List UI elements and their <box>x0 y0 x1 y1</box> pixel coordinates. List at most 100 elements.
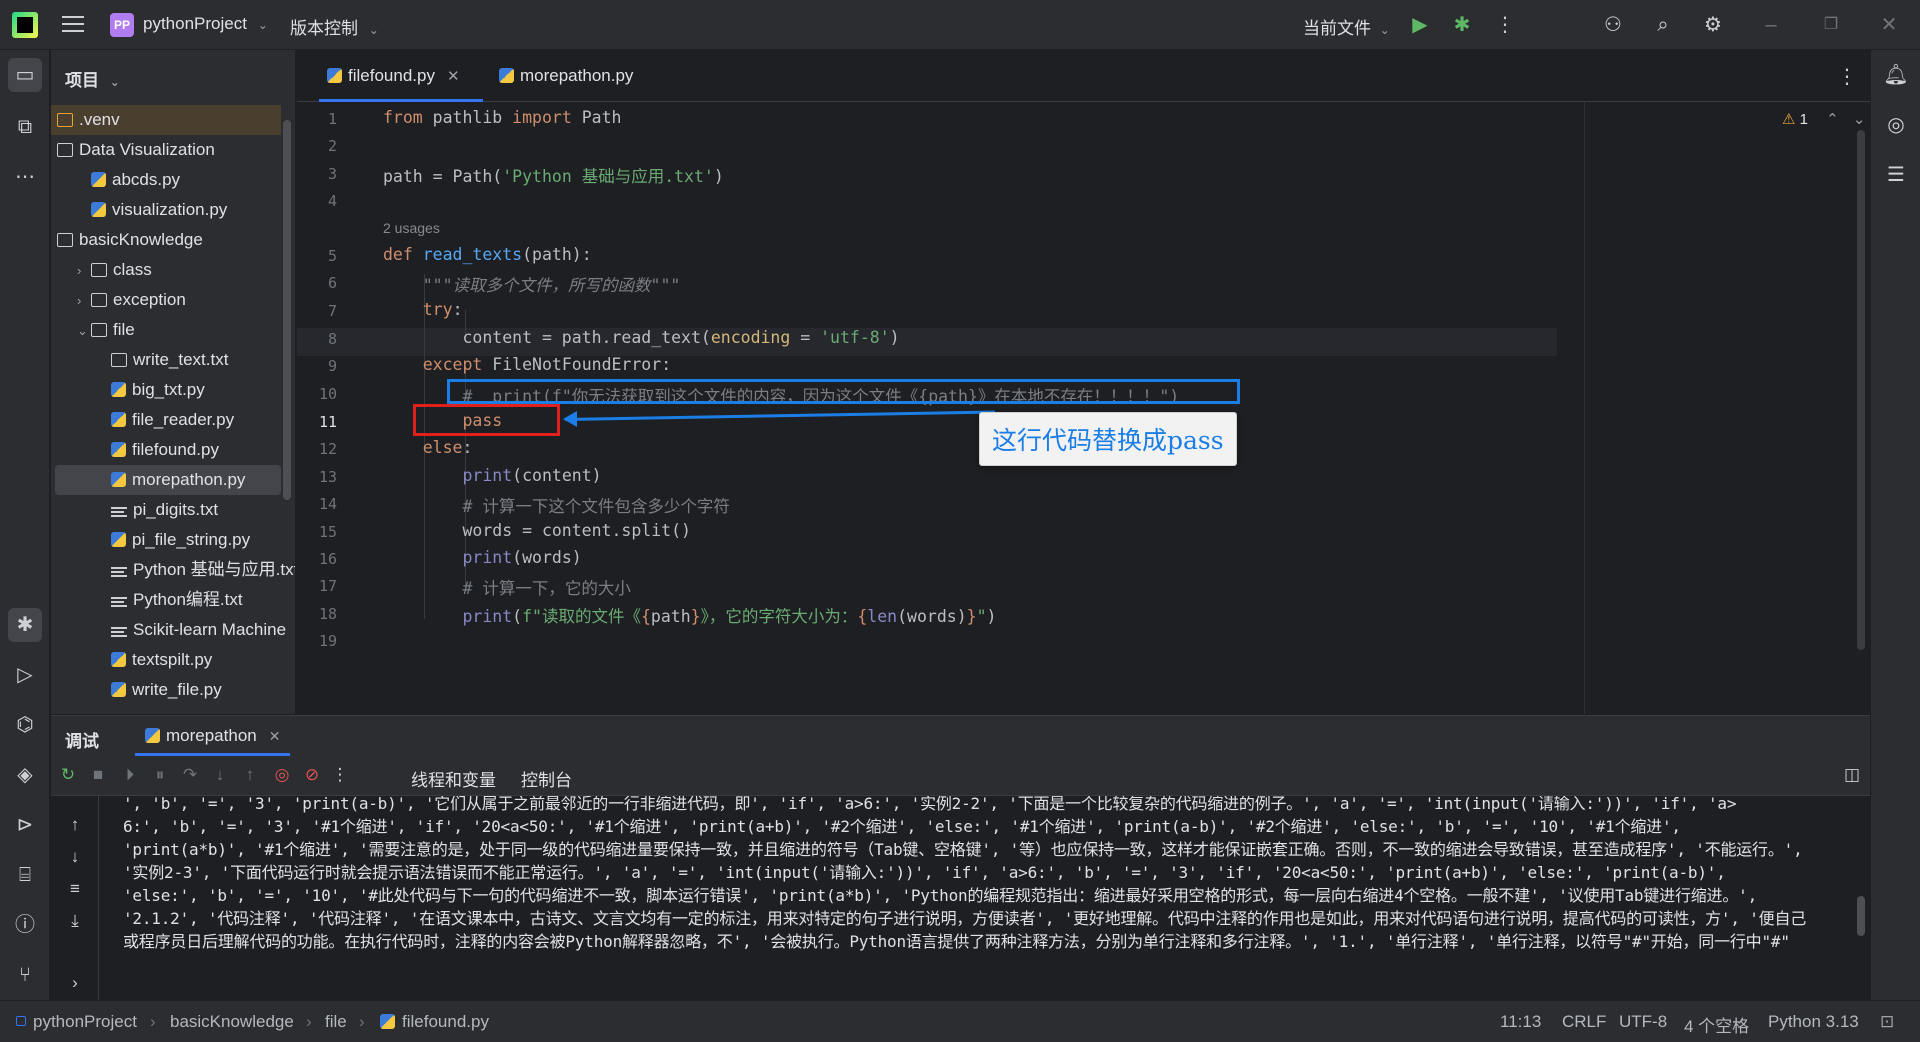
tree-item[interactable]: morepathon.py <box>55 465 281 495</box>
chevron-right-icon[interactable]: › <box>77 286 91 316</box>
tree-item[interactable]: filefound.py <box>51 435 281 465</box>
structure-tool-icon[interactable]: ⧉ <box>8 110 42 144</box>
line-number[interactable]: 17 <box>297 577 337 595</box>
caret-position[interactable]: 11:13 <box>1500 1012 1541 1032</box>
tree-item[interactable]: pi_digits.txt <box>51 495 281 525</box>
tree-item[interactable]: pi_file_string.py <box>51 525 281 555</box>
project-switcher[interactable]: pythonProject ⌄ <box>143 14 268 34</box>
console-tab[interactable]: 控制台 <box>521 766 572 791</box>
tree-item[interactable]: › class <box>51 255 281 285</box>
tree-item[interactable]: write_text.txt <box>51 345 281 375</box>
line-number[interactable]: 10 <box>297 385 337 403</box>
line-number[interactable]: 14 <box>297 495 337 513</box>
console-scrollbar[interactable] <box>1857 896 1865 936</box>
line-number[interactable]: 1 <box>297 110 337 128</box>
run-config-selector[interactable]: 当前文件 ⌄ <box>1303 14 1390 39</box>
threads-variables-tab[interactable]: 线程和变量 <box>411 766 496 791</box>
run-icon[interactable]: ▶ <box>1407 12 1433 38</box>
line-number[interactable]: 13 <box>297 468 337 486</box>
tree-item[interactable]: Data Visualization <box>51 135 281 165</box>
line-number[interactable]: 9 <box>297 357 337 375</box>
python-packages-icon[interactable]: ◈ <box>8 758 42 792</box>
breadcrumb-1[interactable]: basicKnowledge <box>170 1012 294 1032</box>
debug-tab-title[interactable]: 调试 <box>65 727 99 752</box>
vcs-menu[interactable]: 版本控制 ⌄ <box>290 14 379 39</box>
line-number[interactable]: 6 <box>297 274 337 292</box>
services-icon[interactable]: ⊳ <box>8 808 42 842</box>
step-out-icon[interactable]: ↑ <box>239 764 261 786</box>
line-number[interactable]: 8 <box>297 330 337 348</box>
search-icon[interactable]: ⌕ <box>1650 12 1676 38</box>
run-tool-icon[interactable]: ▷ <box>8 658 42 692</box>
interpreter[interactable]: Python 3.13 <box>1768 1012 1859 1032</box>
step-into-icon[interactable]: ↓ <box>209 764 231 786</box>
line-separator[interactable]: CRLF <box>1562 1012 1606 1032</box>
inspection-widget[interactable]: ⚠ 1 ⌃ ⌄ <box>1782 110 1865 128</box>
database-icon[interactable]: ☰ <box>1879 158 1913 192</box>
debug-icon[interactable]: ✱ <box>1449 12 1475 38</box>
tree-item[interactable]: › exception <box>51 285 281 315</box>
minimize-icon[interactable]: – <box>1758 12 1784 38</box>
line-number[interactable]: 19 <box>297 632 337 650</box>
problems-icon[interactable]: ⓘ <box>8 908 42 942</box>
file-encoding[interactable]: UTF-8 <box>1619 1012 1667 1032</box>
more-tools-icon[interactable]: ⋯ <box>8 160 42 194</box>
lock-icon[interactable]: ⊡ <box>1880 1012 1894 1032</box>
project-tool-icon[interactable]: ▭ <box>8 58 42 92</box>
stop-icon[interactable]: ■ <box>87 764 109 786</box>
line-number[interactable]: 16 <box>297 550 337 568</box>
line-number[interactable]: 2 <box>297 137 337 155</box>
step-over-icon[interactable]: ↷ <box>179 764 201 786</box>
line-number[interactable]: 18 <box>297 605 337 623</box>
debug-session-tab[interactable]: morepathon ✕ <box>135 716 291 756</box>
tree-item[interactable]: abcds.py <box>51 165 281 195</box>
git-icon[interactable]: ⑂ <box>8 958 42 992</box>
terminal-icon[interactable]: ⌸ <box>8 858 42 892</box>
breadcrumb-3[interactable]: filefound.py <box>402 1012 489 1032</box>
add-user-icon[interactable]: ⚇ <box>1600 12 1626 38</box>
chevron-down-icon[interactable]: ⌄ <box>1853 111 1866 128</box>
tree-item[interactable]: ⌄ file <box>51 315 281 345</box>
python-console-icon[interactable]: ⌬ <box>8 708 42 742</box>
tree-item[interactable]: write_file.py <box>51 675 281 705</box>
mute-breakpoints-icon[interactable]: ⊘ <box>301 764 323 786</box>
debug-tool-icon[interactable]: ✱ <box>8 608 42 642</box>
usages-hint[interactable]: 2 usages <box>383 220 440 236</box>
tree-item[interactable]: Scikit-learn Machine <box>51 615 286 645</box>
main-menu-icon[interactable] <box>62 16 84 34</box>
editor-scrollbar[interactable] <box>1857 130 1865 650</box>
ai-assistant-icon[interactable]: ◎ <box>1879 108 1913 142</box>
project-panel-header[interactable]: 项目 ⌄ <box>51 50 295 102</box>
resume-icon[interactable]: ⏵ <box>119 764 141 786</box>
breadcrumb-0[interactable]: pythonProject <box>33 1012 137 1032</box>
line-number[interactable]: 11 <box>297 413 337 431</box>
layout-icon[interactable]: ◫ <box>1841 764 1863 786</box>
console-output[interactable]: ', 'b', '=', '3', 'print(a-b)', '它们从属于之前… <box>51 796 1851 1001</box>
indent-setting[interactable]: 4 个空格 <box>1684 1012 1749 1037</box>
close-icon[interactable]: ✕ <box>1876 12 1902 38</box>
line-number[interactable]: 15 <box>297 523 337 541</box>
restore-icon[interactable]: ❐ <box>1818 12 1844 38</box>
chevron-right-icon[interactable]: › <box>77 256 91 286</box>
line-number[interactable]: 5 <box>297 247 337 265</box>
settings-icon[interactable]: ⚙ <box>1700 12 1726 38</box>
tree-item[interactable]: .venv <box>51 105 281 135</box>
line-number[interactable]: 7 <box>297 302 337 320</box>
line-number[interactable]: 4 <box>297 192 337 210</box>
tree-item[interactable]: basicKnowledge <box>51 225 281 255</box>
editor-options-icon[interactable]: ⋮ <box>1837 64 1857 89</box>
tree-item[interactable]: textspilt.py <box>51 645 281 675</box>
tree-item[interactable]: Python 基础与应用.txt <box>51 555 295 585</box>
notifications-icon[interactable]: 🔔︎ <box>1879 58 1913 92</box>
tree-item[interactable]: visualization.py <box>51 195 281 225</box>
line-number[interactable]: 3 <box>297 165 337 183</box>
tab-morepathon[interactable]: morepathon.py <box>483 50 653 102</box>
tree-item[interactable]: file_reader.py <box>51 405 281 435</box>
line-number[interactable]: 12 <box>297 440 337 458</box>
close-session-icon[interactable]: ✕ <box>269 728 281 744</box>
view-breakpoints-icon[interactable]: ◎ <box>271 764 293 786</box>
tab-filefound[interactable]: filefound.py ✕ <box>311 50 483 102</box>
breadcrumb-2[interactable]: file <box>325 1012 347 1032</box>
tree-item[interactable]: Python编程.txt <box>51 585 281 615</box>
rerun-icon[interactable]: ↻ <box>57 764 79 786</box>
